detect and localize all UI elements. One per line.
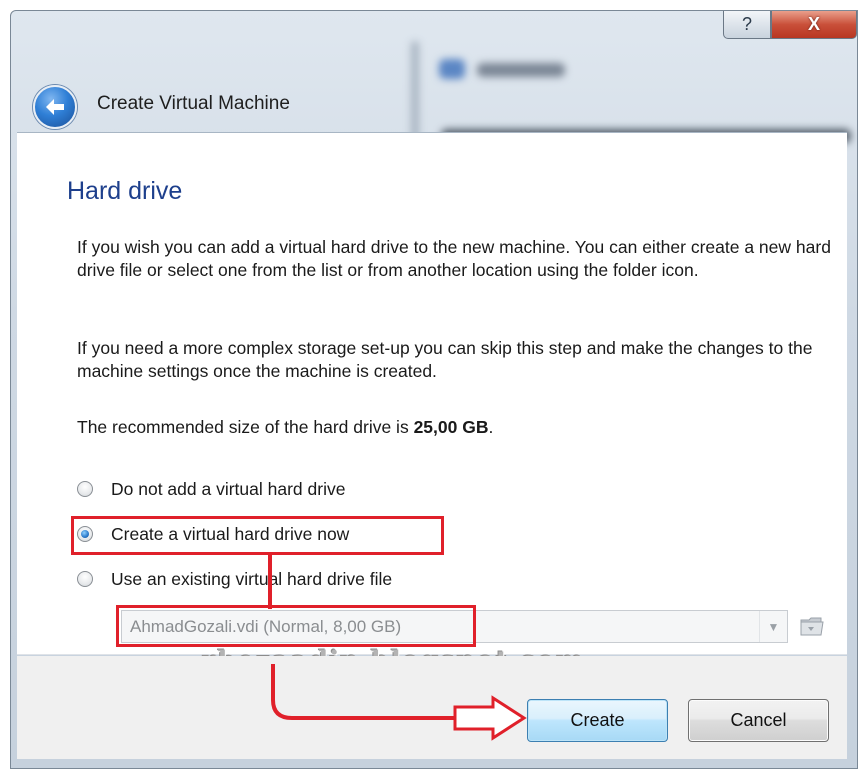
window-title: Create Virtual Machine: [97, 93, 290, 114]
wizard-page: Hard drive If you wish you can add a vir…: [17, 132, 847, 677]
radio-option-no-disk[interactable]: Do not add a virtual hard drive: [77, 477, 345, 501]
annotation-highlight-disk-select: [116, 605, 476, 647]
radio-option-existing-disk[interactable]: Use an existing virtual hard drive file: [77, 567, 392, 591]
recommended-size-prefix: The recommended size of the hard drive i…: [77, 417, 414, 437]
back-arrow-icon: [46, 99, 64, 115]
radio-button[interactable]: [77, 481, 93, 497]
intro-paragraph: If you wish you can add a virtual hard d…: [77, 237, 831, 280]
close-icon: X: [807, 14, 820, 34]
storage-note-paragraph: If you need a more complex storage set-u…: [77, 338, 813, 381]
recommended-size-value: 25,00 GB: [413, 417, 489, 437]
help-button[interactable]: ?: [723, 11, 771, 39]
page-title: Hard drive: [67, 177, 183, 205]
radio-label: Use an existing virtual hard drive file: [111, 568, 393, 589]
folder-icon: [800, 617, 824, 636]
create-button[interactable]: Create: [527, 699, 668, 742]
annotation-highlight-create-option: [71, 516, 444, 555]
button-bar: Create Cancel: [17, 656, 847, 759]
cancel-button[interactable]: Cancel: [688, 699, 829, 742]
close-button[interactable]: X: [771, 11, 857, 39]
choose-disk-folder-button[interactable]: [798, 612, 826, 640]
back-button[interactable]: [33, 85, 77, 129]
radio-label: Do not add a virtual hard drive: [111, 478, 346, 499]
recommended-size-suffix: .: [488, 417, 494, 437]
chevron-down-icon[interactable]: ▼: [759, 611, 787, 642]
caption-buttons: ? X: [723, 11, 857, 45]
recommended-size-text: The recommended size of the hard drive i…: [77, 416, 837, 439]
help-icon: ?: [741, 14, 752, 34]
radio-button[interactable]: [77, 571, 93, 587]
